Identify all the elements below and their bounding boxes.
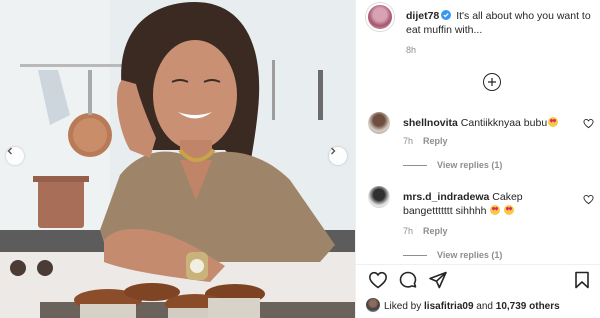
comment-like-icon[interactable] (583, 118, 594, 129)
likes-summary: Liked by lisafitria09 and 10,739 others (366, 298, 596, 314)
commenter-username[interactable]: mrs.d_indradewa (403, 191, 489, 203)
reply-button[interactable]: Reply (423, 226, 448, 236)
post-action-bar (366, 270, 596, 294)
comment-text: mrs.d_indradewa Cakep bangettttttt sihhh… (403, 190, 568, 218)
bookmark-icon[interactable] (572, 270, 592, 290)
replies-divider (403, 254, 427, 256)
liker-username[interactable]: lisafitria09 (424, 301, 473, 312)
reply-button[interactable]: Reply (423, 136, 448, 146)
photo-illustration (0, 0, 355, 318)
view-replies-label: View replies (1) (437, 160, 503, 170)
comment-time: 7h (403, 226, 414, 236)
view-replies-button[interactable]: View replies (1) (403, 160, 502, 170)
heart-eyes-emoji (548, 117, 559, 127)
post-photo (0, 0, 355, 318)
author-avatar[interactable] (366, 3, 394, 31)
chevron-right-icon (331, 147, 336, 155)
comment-item: mrs.d_indradewa Cakep bangettttttt sihhh… (366, 186, 596, 260)
heart-eyes-emoji (490, 205, 501, 215)
replies-divider (403, 164, 427, 166)
carousel-prev-button[interactable] (6, 147, 24, 165)
post-timestamp: 8h (406, 45, 417, 55)
commenter-avatar[interactable] (368, 112, 390, 134)
post-caption: dijet78 It's all about who you want to e… (406, 9, 596, 37)
verified-badge-icon (441, 10, 452, 20)
likes-conjunction: and (476, 301, 493, 312)
liker-avatar[interactable] (366, 298, 380, 312)
heart-icon[interactable] (368, 270, 388, 290)
paper-plane-icon[interactable] (428, 270, 448, 290)
comment-meta: 7h Reply (403, 136, 448, 146)
author-username[interactable]: dijet78 (406, 10, 439, 22)
load-more-comments-button[interactable] (483, 73, 501, 91)
commenter-avatar[interactable] (368, 186, 390, 208)
comment-item: shellnovita Cantiikknyaa bubu 7h Reply Vi… (366, 112, 596, 176)
view-replies-label: View replies (1) (437, 250, 503, 260)
view-replies-button[interactable]: View replies (1) (403, 250, 502, 260)
carousel-next-button[interactable] (329, 147, 347, 165)
comment-time: 7h (403, 136, 414, 146)
comment-text: shellnovita Cantiikknyaa bubu (403, 116, 568, 130)
comment-meta: 7h Reply (403, 226, 448, 236)
chevron-left-icon (7, 147, 12, 155)
comment-like-icon[interactable] (583, 194, 594, 205)
comment-bubble-icon[interactable] (398, 270, 418, 290)
likes-others-count[interactable]: 10,739 others (496, 301, 560, 312)
actions-divider (356, 264, 600, 265)
heart-eyes-emoji (504, 205, 515, 215)
commenter-username[interactable]: shellnovita (403, 117, 458, 129)
post-sidebar: dijet78 It's all about who you want to e… (355, 0, 600, 318)
plus-circle-icon (488, 78, 496, 86)
likes-prefix: Liked by (384, 301, 422, 312)
comment-body: Cantiikknyaa bubu (460, 117, 548, 129)
